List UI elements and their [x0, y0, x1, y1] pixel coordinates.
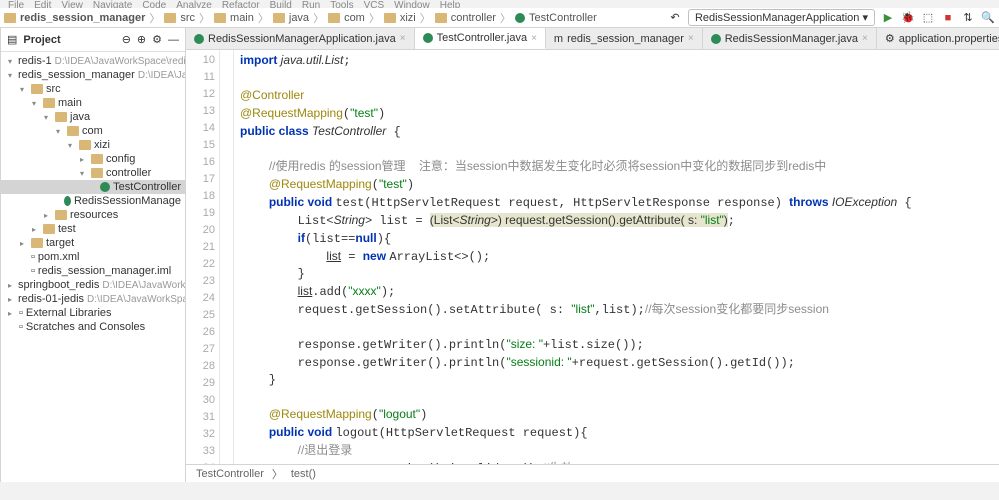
folder-icon [384, 13, 396, 23]
tree-item[interactable]: ▾redis-1 D:\IDEA\JavaWorkSpace\redis\re [1, 54, 185, 68]
debug-icon[interactable]: 🐞 [901, 11, 915, 25]
close-icon[interactable]: × [688, 33, 694, 44]
props-icon: ⚙ [885, 32, 895, 45]
folder-icon [55, 112, 67, 122]
menu-bar[interactable]: FileEditViewNavigateCodeAnalyzeRefactorB… [0, 0, 999, 8]
navigation-bar: redis_session_manager〉 src〉 main〉 java〉 … [0, 8, 999, 28]
folder-icon [164, 13, 176, 23]
run-icon[interactable]: ▶ [881, 11, 895, 25]
folder-icon [435, 13, 447, 23]
class-icon [711, 34, 721, 44]
stop-icon[interactable]: ■ [941, 11, 955, 25]
tree-item[interactable]: ▾com [1, 124, 185, 138]
close-icon[interactable]: × [400, 33, 406, 44]
editor-breadcrumb[interactable]: TestController〉test() [186, 464, 999, 482]
folder-icon [91, 154, 103, 164]
file-icon: ▫ [31, 265, 35, 277]
folder-icon [328, 13, 340, 23]
file-icon: ▫ [19, 321, 23, 333]
tree-item[interactable]: ▸target [1, 236, 185, 250]
project-title: Project [23, 34, 115, 46]
editor-tab[interactable]: mredis_session_manager× [546, 28, 703, 49]
folder-icon [4, 13, 16, 23]
file-icon: ▫ [31, 251, 35, 263]
class-icon [64, 196, 71, 206]
class-icon [100, 182, 110, 192]
line-gutter[interactable]: 1011121314151617181920212223242526272829… [186, 50, 220, 464]
tree-item[interactable]: RedisSessionManage [1, 194, 185, 208]
close-icon[interactable]: × [862, 33, 868, 44]
select-opened-icon[interactable]: ⊕ [137, 33, 146, 46]
tree-item[interactable]: ▾src [1, 82, 185, 96]
breadcrumb[interactable]: redis_session_manager〉 src〉 main〉 java〉 … [4, 10, 668, 26]
coverage-icon[interactable]: ⬚ [921, 11, 935, 25]
folder-icon [214, 13, 226, 23]
project-tree[interactable]: ▾redis-1 D:\IDEA\JavaWorkSpace\redis\re▾… [1, 52, 185, 482]
gutter-marks [220, 50, 234, 464]
vcs-icon[interactable]: ⇅ [961, 11, 975, 25]
tree-item[interactable]: TestController [1, 180, 185, 194]
folder-icon [67, 126, 79, 136]
editor: RedisSessionManagerApplication.java×Test… [186, 28, 999, 482]
tree-item[interactable]: ▾xizi [1, 138, 185, 152]
code-editor[interactable]: import java.util.List; @Controller @Requ… [234, 50, 999, 464]
tree-item[interactable]: ▸test [1, 222, 185, 236]
project-header: ▤ Project ⊖ ⊕ ⚙ — [1, 28, 185, 52]
class-icon [423, 33, 433, 43]
folder-icon [79, 140, 91, 150]
folder-icon [43, 98, 55, 108]
folder-icon [43, 224, 55, 234]
settings-icon[interactable]: ⚙ [152, 33, 162, 46]
project-icon: ▤ [7, 33, 17, 46]
editor-tab[interactable]: ⚙application.properties× [877, 28, 999, 49]
search-icon[interactable]: 🔍 [981, 11, 995, 25]
folder-icon [91, 168, 103, 178]
editor-tab[interactable]: RedisSessionManagerApplication.java× [186, 28, 415, 49]
run-config-select[interactable]: RedisSessionManagerApplication ▾ [688, 9, 875, 26]
close-icon[interactable]: × [531, 33, 537, 44]
folder-icon [31, 84, 43, 94]
tree-item[interactable]: ▸config [1, 152, 185, 166]
editor-tabs[interactable]: RedisSessionManagerApplication.java×Test… [186, 28, 999, 50]
tree-item[interactable]: ▸resources [1, 208, 185, 222]
tree-item[interactable]: ▸▫External Libraries [1, 306, 185, 320]
tree-item[interactable]: ▫pom.xml [1, 250, 185, 264]
tree-item[interactable]: ▾java [1, 110, 185, 124]
folder-icon [273, 13, 285, 23]
editor-tab[interactable]: TestController.java× [415, 28, 546, 49]
tree-item[interactable]: ▾controller [1, 166, 185, 180]
tree-item[interactable]: ▸redis-01-jedis D:\IDEA\JavaWorkSpace [1, 292, 185, 306]
editor-tab[interactable]: RedisSessionManager.java× [703, 28, 877, 49]
tree-item[interactable]: ▫redis_session_manager.iml [1, 264, 185, 278]
project-tool-window: ▤ Project ⊖ ⊕ ⚙ — ▾redis-1 D:\IDEA\JavaW… [1, 28, 186, 482]
tree-item[interactable]: ▾main [1, 96, 185, 110]
collapse-icon[interactable]: ⊖ [122, 33, 131, 46]
tree-item[interactable]: ▸springboot_redis D:\IDEA\JavaWorkSp [1, 278, 185, 292]
hide-icon[interactable]: — [168, 34, 179, 46]
file-icon: ▫ [19, 307, 23, 319]
back-icon[interactable]: ↶ [668, 11, 682, 25]
tree-item[interactable]: ▾redis_session_manager D:\IDEA\JavaWo [1, 68, 185, 82]
class-icon [515, 13, 525, 23]
folder-icon [31, 238, 43, 248]
maven-icon: m [554, 33, 563, 45]
tree-item[interactable]: ▫Scratches and Consoles [1, 320, 185, 334]
folder-icon [55, 210, 67, 220]
class-icon [194, 34, 204, 44]
